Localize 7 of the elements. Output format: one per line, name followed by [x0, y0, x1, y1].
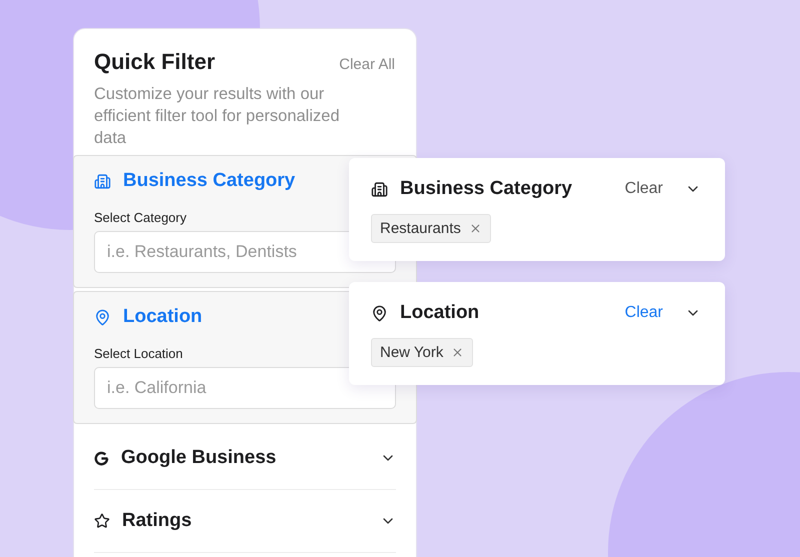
card-title: Business Category: [400, 178, 574, 200]
field-label: Select Location: [94, 346, 183, 361]
field-label: Select Category: [94, 210, 186, 225]
panel-description: Customize your results with our efficient filter tool for personalized data: [94, 84, 340, 149]
tag-label: New York: [380, 344, 444, 361]
card-title: Location: [400, 302, 480, 324]
panel-title: Quick Filter: [94, 49, 216, 75]
